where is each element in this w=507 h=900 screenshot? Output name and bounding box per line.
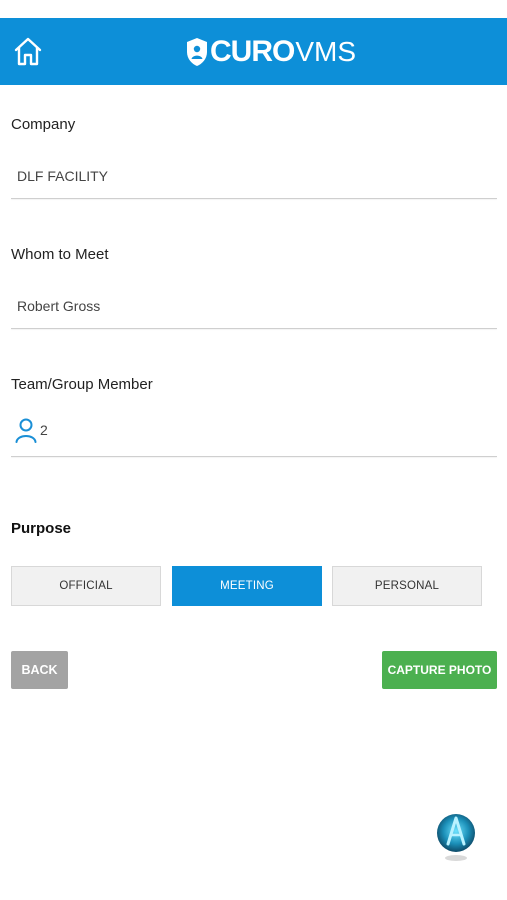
team-member-underline xyxy=(11,456,497,457)
purpose-official-button[interactable]: OFFICIAL xyxy=(11,566,161,606)
app-header: CURO VMS xyxy=(0,18,507,85)
person-icon xyxy=(15,418,37,443)
home-button[interactable] xyxy=(11,33,45,69)
assistant-icon xyxy=(437,814,475,861)
purpose-meeting-button[interactable]: MEETING xyxy=(172,566,322,606)
team-member-label: Team/Group Member xyxy=(11,376,153,393)
home-icon xyxy=(14,37,42,66)
logo-product-text: VMS xyxy=(295,36,357,67)
whom-to-meet-underline xyxy=(11,328,497,329)
purpose-personal-button[interactable]: PERSONAL xyxy=(332,566,482,606)
assistant-floating-button[interactable] xyxy=(434,806,478,862)
whom-to-meet-label: Whom to Meet xyxy=(11,246,109,263)
app-logo: CURO VMS xyxy=(186,35,356,69)
visitor-form-screen: CURO VMS Company DLF FACILITY Whom to Me… xyxy=(0,0,507,900)
company-field-underline xyxy=(11,198,497,199)
team-member-count-field[interactable]: 2 xyxy=(40,422,48,438)
logo-shield-icon xyxy=(187,38,207,66)
logo-brand-text: CURO xyxy=(210,35,295,68)
purpose-label: Purpose xyxy=(11,520,72,537)
back-button[interactable]: BACK xyxy=(11,651,68,689)
company-label: Company xyxy=(11,116,76,133)
company-field[interactable]: DLF FACILITY xyxy=(17,168,108,184)
capture-photo-button[interactable]: CAPTURE PHOTO xyxy=(382,651,497,689)
whom-to-meet-field[interactable]: Robert Gross xyxy=(17,298,100,314)
